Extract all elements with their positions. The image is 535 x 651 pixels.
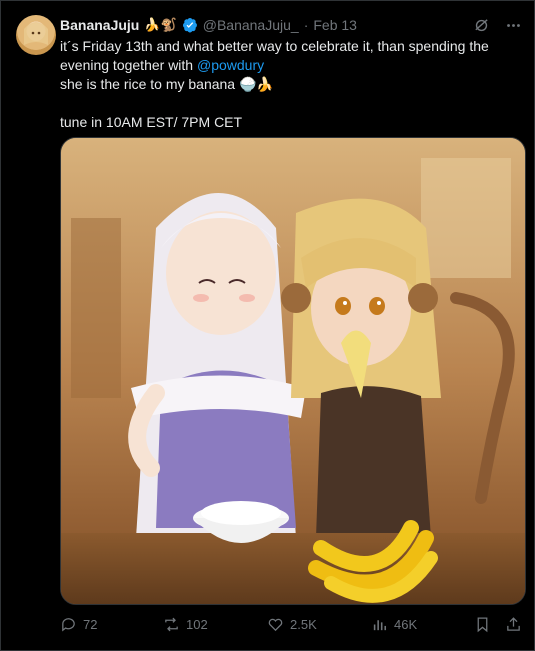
- tweet-header: BananaJuju 🍌🐒 @BananaJuju_ · Feb 13: [60, 15, 522, 35]
- tweet-text-line2: she is the rice to my banana 🍚🍌: [60, 76, 274, 92]
- avatar[interactable]: [16, 15, 56, 55]
- like-icon: [268, 618, 283, 631]
- repost-count: 102: [186, 616, 208, 632]
- tweet-image[interactable]: [60, 137, 526, 605]
- like-button[interactable]: 2.5K: [267, 616, 371, 633]
- reply-icon: [62, 617, 75, 631]
- mention-link[interactable]: @powdury: [197, 57, 264, 73]
- author-handle[interactable]: @BananaJuju_: [203, 17, 299, 33]
- reply-count: 72: [83, 616, 98, 632]
- tweet-actions: 72 102 2.5K 46K: [60, 613, 522, 635]
- more-icon[interactable]: [504, 16, 522, 34]
- tweet-text-line3: tune in 10AM EST/ 7PM CET: [60, 114, 243, 130]
- tweet-text-line1: it´s Friday 13th and what better way to …: [60, 38, 489, 73]
- right-actions: [474, 616, 522, 633]
- views-count: 46K: [394, 616, 418, 632]
- header-actions: [472, 16, 522, 34]
- bookmark-button[interactable]: [474, 616, 491, 633]
- anime-illustration: [61, 138, 525, 604]
- repost-icon: [165, 617, 178, 631]
- verified-icon: [182, 18, 197, 33]
- reply-button[interactable]: 72: [60, 616, 163, 633]
- bookmark-icon: [477, 616, 488, 632]
- like-count: 2.5K: [290, 616, 317, 632]
- repost-button[interactable]: 102: [163, 616, 267, 633]
- separator-dot: ·: [303, 17, 309, 33]
- author-name[interactable]: BananaJuju: [60, 17, 139, 33]
- tweet-text: it´s Friday 13th and what better way to …: [60, 37, 505, 132]
- share-icon: [507, 616, 520, 631]
- views-icon: [373, 619, 387, 630]
- author-emojis: 🍌🐒: [144, 17, 177, 32]
- tweet-card[interactable]: BananaJuju 🍌🐒 @BananaJuju_ · Feb 13 it´s…: [0, 0, 535, 651]
- share-button[interactable]: [505, 616, 522, 633]
- tweet-date[interactable]: Feb 13: [313, 17, 357, 33]
- grok-icon[interactable]: [472, 16, 490, 34]
- views-button[interactable]: 46K: [371, 616, 473, 633]
